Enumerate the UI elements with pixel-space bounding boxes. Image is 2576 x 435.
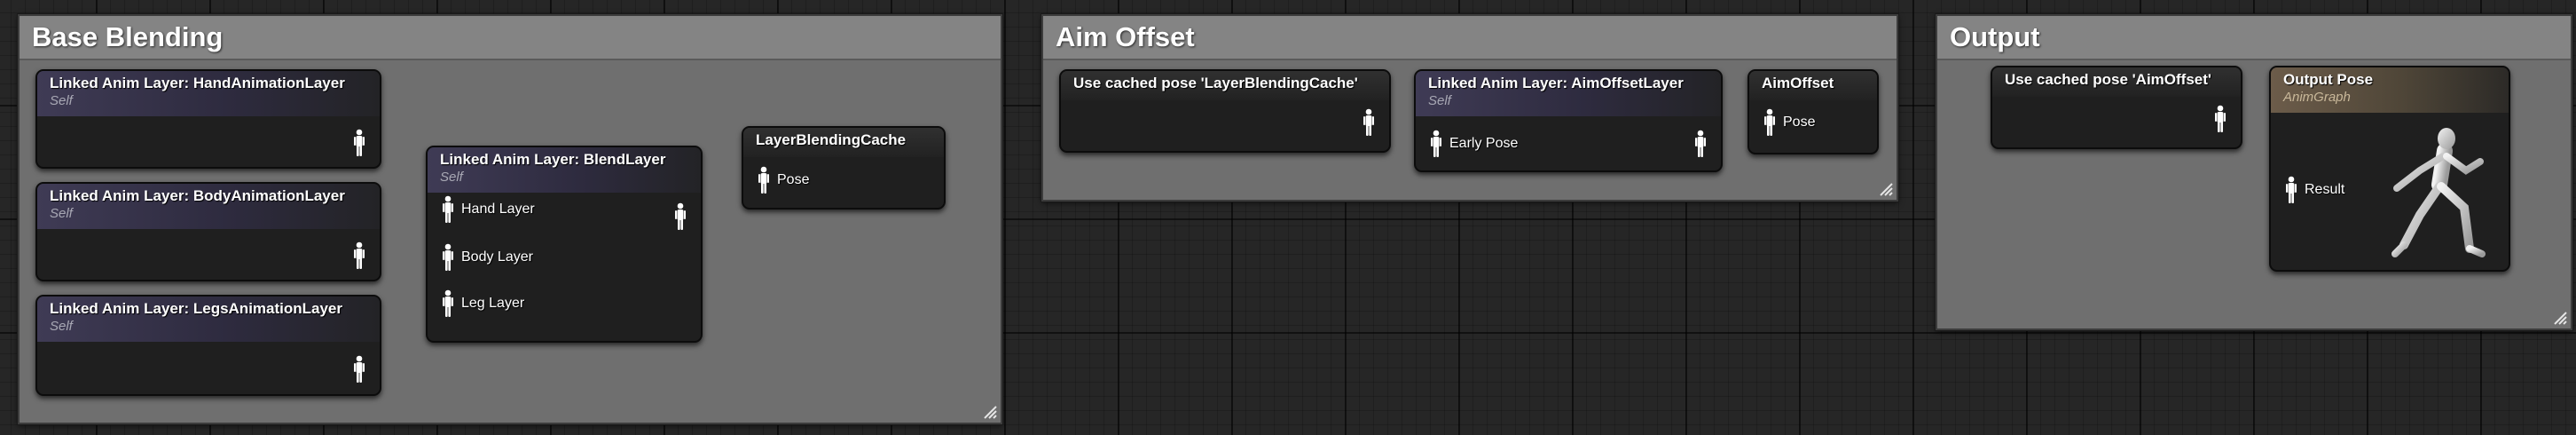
resize-grip-icon[interactable] xyxy=(981,403,997,419)
pose-pin-icon xyxy=(354,355,365,383)
pose-pin-icon xyxy=(354,241,365,269)
pose-pin-icon xyxy=(1431,130,1441,157)
node-title: Use cached pose 'LayerBlendingCache' xyxy=(1073,75,1358,91)
node-legs-animation-layer[interactable]: Linked Anim Layer: LegsAnimationLayer Se… xyxy=(35,295,381,396)
node-subtitle: Self xyxy=(50,93,73,108)
pose-pin-icon xyxy=(758,166,769,194)
input-pin-hand-layer[interactable]: Hand Layer xyxy=(442,195,535,224)
node-aim-offset-layer[interactable]: Linked Anim Layer: AimOffsetLayer Self E… xyxy=(1414,69,1723,172)
node-subtitle: Self xyxy=(50,206,73,221)
pose-pin-icon xyxy=(443,289,453,317)
pin-label: Early Pose xyxy=(1449,136,1519,151)
pin-label: Hand Layer xyxy=(461,202,535,217)
output-pose-pin[interactable] xyxy=(353,129,365,157)
resize-grip-icon[interactable] xyxy=(2551,309,2567,325)
node-use-cached-aim-offset[interactable]: Use cached pose 'AimOffset' xyxy=(1991,66,2242,149)
node-hand-animation-layer[interactable]: Linked Anim Layer: HandAnimationLayer Se… xyxy=(35,69,381,169)
pose-pin-icon xyxy=(2286,176,2297,203)
node-title: Linked Anim Layer: BodyAnimationLayer xyxy=(50,187,345,204)
node-subtitle: Self xyxy=(1428,93,1451,108)
pin-label: Pose xyxy=(1783,115,1816,130)
node-subtitle: Self xyxy=(50,319,73,334)
node-title: Output Pose xyxy=(2283,71,2374,88)
input-pin-early-pose[interactable]: Early Pose xyxy=(1430,130,1518,158)
node-title: Linked Anim Layer: AimOffsetLayer xyxy=(1428,75,1684,91)
node-title: AimOffset xyxy=(1762,75,1834,91)
output-pose-pin[interactable] xyxy=(674,202,687,231)
input-pin-result[interactable]: Result xyxy=(2285,176,2344,204)
pose-pin-icon xyxy=(443,195,453,223)
pose-pin-icon xyxy=(354,129,365,156)
input-pin-pose[interactable]: Pose xyxy=(1763,108,1815,137)
pin-label: Result xyxy=(2305,182,2345,197)
node-title: Linked Anim Layer: BlendLayer xyxy=(440,151,666,168)
node-layer-blending-cache[interactable]: LayerBlendingCache Pose xyxy=(742,126,946,210)
mannequin-icon xyxy=(2391,128,2486,257)
input-pin-pose[interactable]: Pose xyxy=(758,166,809,194)
node-title: Use cached pose 'AimOffset' xyxy=(2005,71,2211,88)
resize-grip-icon[interactable] xyxy=(1877,180,1893,196)
node-aim-offset-cache[interactable]: AimOffset Pose xyxy=(1747,69,1879,154)
pin-label: Pose xyxy=(777,172,810,187)
node-title: LayerBlendingCache xyxy=(756,131,907,148)
output-pose-pin[interactable] xyxy=(1363,108,1375,137)
node-title: Linked Anim Layer: LegsAnimationLayer xyxy=(50,300,342,317)
comment-title-aim-offset[interactable]: Aim Offset xyxy=(1043,16,1897,60)
pose-pin-icon xyxy=(443,243,453,271)
node-body-animation-layer[interactable]: Linked Anim Layer: BodyAnimationLayer Se… xyxy=(35,182,381,281)
input-pin-leg-layer[interactable]: Leg Layer xyxy=(442,289,524,318)
output-pose-pin[interactable] xyxy=(2214,105,2227,133)
node-output-pose[interactable]: Output Pose AnimGraph Result xyxy=(2269,66,2510,272)
pin-label: Body Layer xyxy=(461,249,533,265)
input-pin-body-layer[interactable]: Body Layer xyxy=(442,243,533,272)
comment-title-base-blending[interactable]: Base Blending xyxy=(20,16,1001,60)
pose-pin-icon xyxy=(2215,105,2226,132)
node-use-cached-layer-blending[interactable]: Use cached pose 'LayerBlendingCache' xyxy=(1059,69,1391,153)
output-pose-pin[interactable] xyxy=(353,355,365,384)
node-subtitle: Self xyxy=(440,170,463,185)
node-blend-layer[interactable]: Linked Anim Layer: BlendLayer Self Hand … xyxy=(426,146,703,343)
output-pose-pin[interactable] xyxy=(353,241,365,270)
pin-label: Leg Layer xyxy=(461,296,525,311)
pose-pin-icon xyxy=(1363,108,1374,136)
pose-pin-icon xyxy=(1764,108,1775,136)
node-title: Linked Anim Layer: HandAnimationLayer xyxy=(50,75,345,91)
comment-title-output[interactable]: Output xyxy=(1937,16,2571,60)
pose-pin-icon xyxy=(1695,130,1706,157)
output-pose-pin[interactable] xyxy=(1694,130,1707,158)
pose-pin-icon xyxy=(675,202,686,230)
node-subtitle: AnimGraph xyxy=(2283,90,2351,105)
